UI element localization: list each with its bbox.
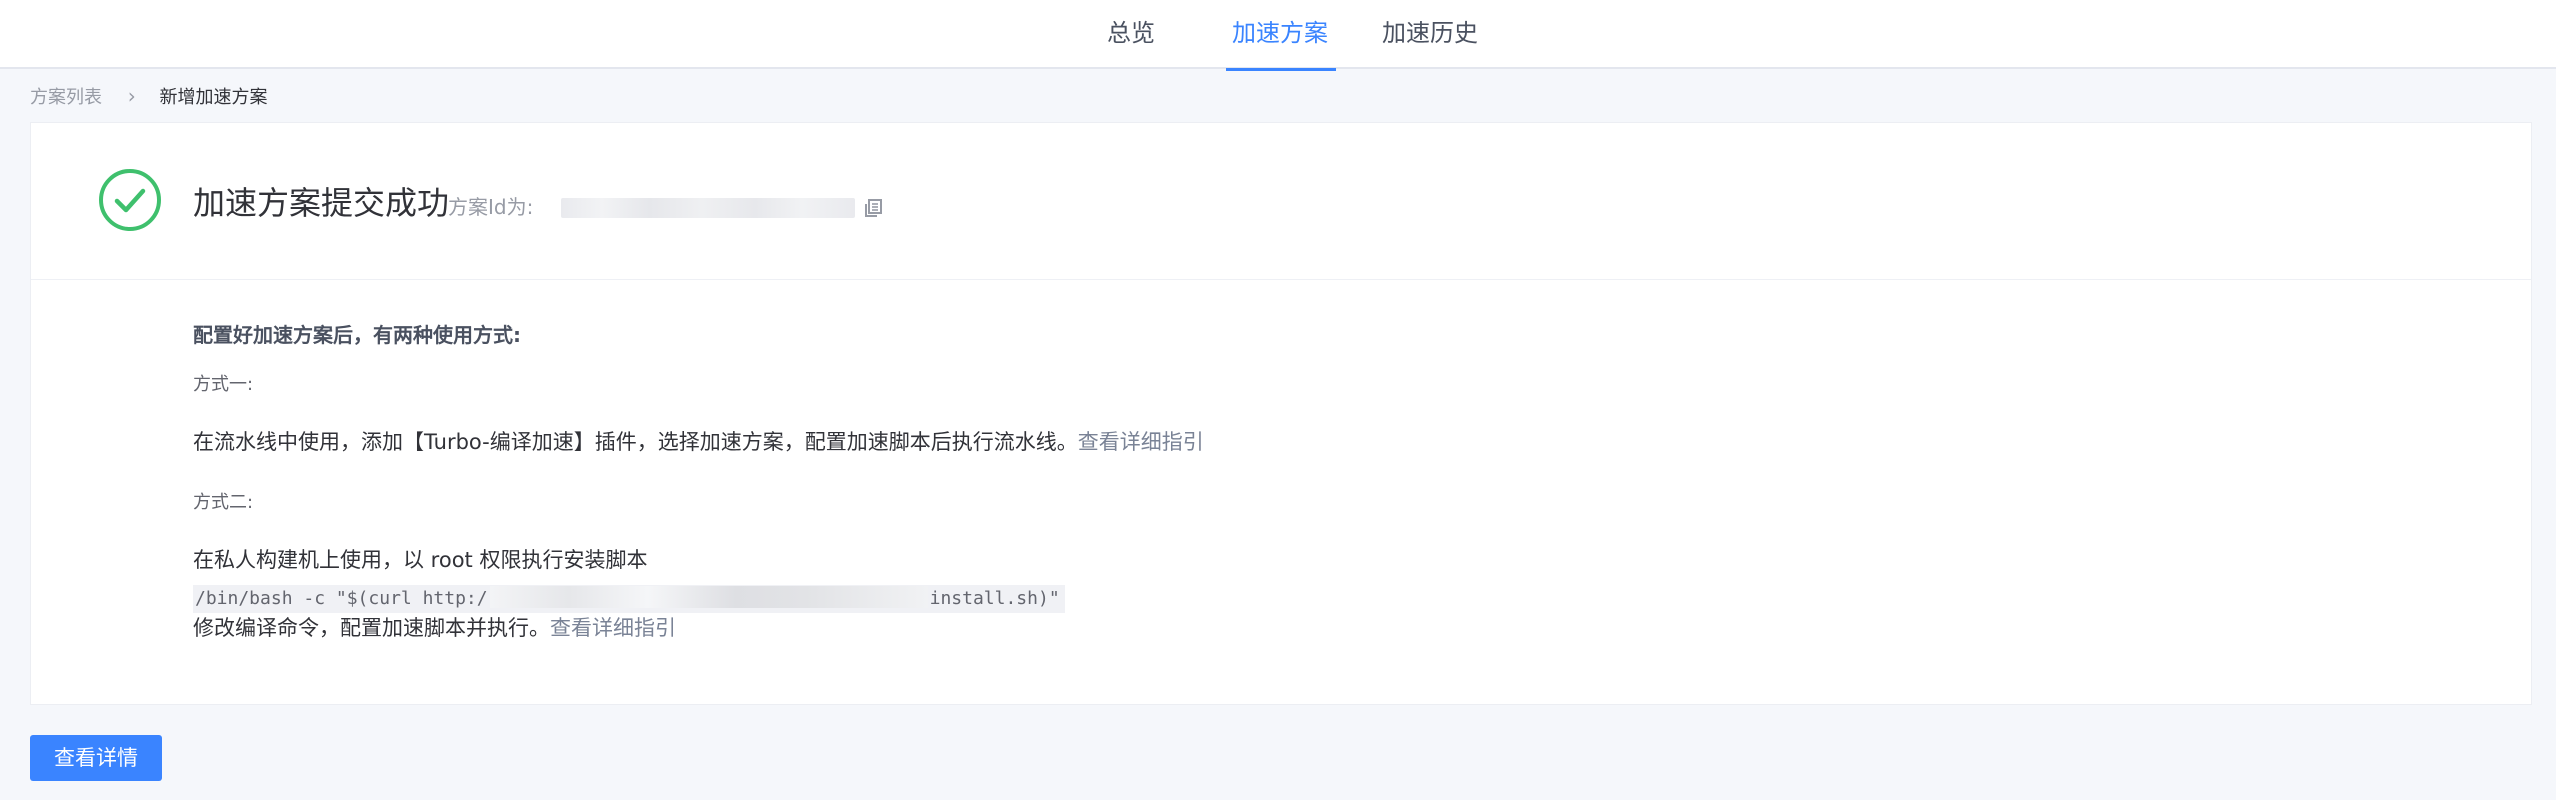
install-command-prefix: /bin/bash -c "$(curl http:/ <box>195 588 488 609</box>
breadcrumb-current: 新增加速方案 <box>159 87 268 108</box>
breadcrumb-separator-icon: › <box>127 84 136 108</box>
result-card: 加速方案提交成功 方案Id为: 配置好加速方案后，有两种使用方式: 方式一: 在… <box>30 122 2532 705</box>
breadcrumb-plan-list[interactable]: 方案列表 <box>30 87 102 108</box>
install-command[interactable]: /bin/bash -c "$(curl http:/ install.sh)" <box>193 585 1065 613</box>
way-one-guide-link[interactable]: 查看详细指引 <box>1078 430 1204 454</box>
success-title: 加速方案提交成功 <box>193 184 450 222</box>
breadcrumb: 方案列表 › 新增加速方案 <box>30 84 267 108</box>
plan-id-label: 方案Id为: <box>448 195 534 219</box>
install-command-redacted <box>489 586 928 608</box>
way-two-label: 方式二: <box>193 492 254 513</box>
way-two-note-text: 修改编译命令，配置加速脚本并执行。 <box>193 616 550 640</box>
check-circle-icon <box>99 169 161 231</box>
way-one-label: 方式一: <box>193 374 254 395</box>
view-detail-button[interactable]: 查看详情 <box>30 735 162 781</box>
tab-acceleration-history[interactable]: 加速历史 <box>1382 0 1478 69</box>
copy-icon[interactable] <box>861 195 887 221</box>
way-two-text: 在私人构建机上使用，以 root 权限执行安装脚本 <box>193 548 648 572</box>
way-one-description: 在流水线中使用，添加【Turbo-编译加速】插件，选择加速方案，配置加速脚本后执… <box>193 430 1078 454</box>
result-header: 加速方案提交成功 方案Id为: <box>31 123 2531 280</box>
tab-overview[interactable]: 总览 <box>1107 0 1155 69</box>
plan-id-value-redacted <box>561 198 855 218</box>
tab-acceleration-plan[interactable]: 加速方案 <box>1226 0 1336 71</box>
way-two-guide-link[interactable]: 查看详细指引 <box>550 616 676 640</box>
way-two-note: 修改编译命令，配置加速脚本并执行。查看详细指引 <box>193 611 676 645</box>
way-one-text: 在流水线中使用，添加【Turbo-编译加速】插件，选择加速方案，配置加速脚本后执… <box>193 425 1204 459</box>
install-command-suffix: install.sh)" <box>929 588 1060 609</box>
top-nav: 总览 加速方案 加速历史 <box>0 0 2556 71</box>
usage-guide-heading: 配置好加速方案后，有两种使用方式: <box>193 323 521 347</box>
